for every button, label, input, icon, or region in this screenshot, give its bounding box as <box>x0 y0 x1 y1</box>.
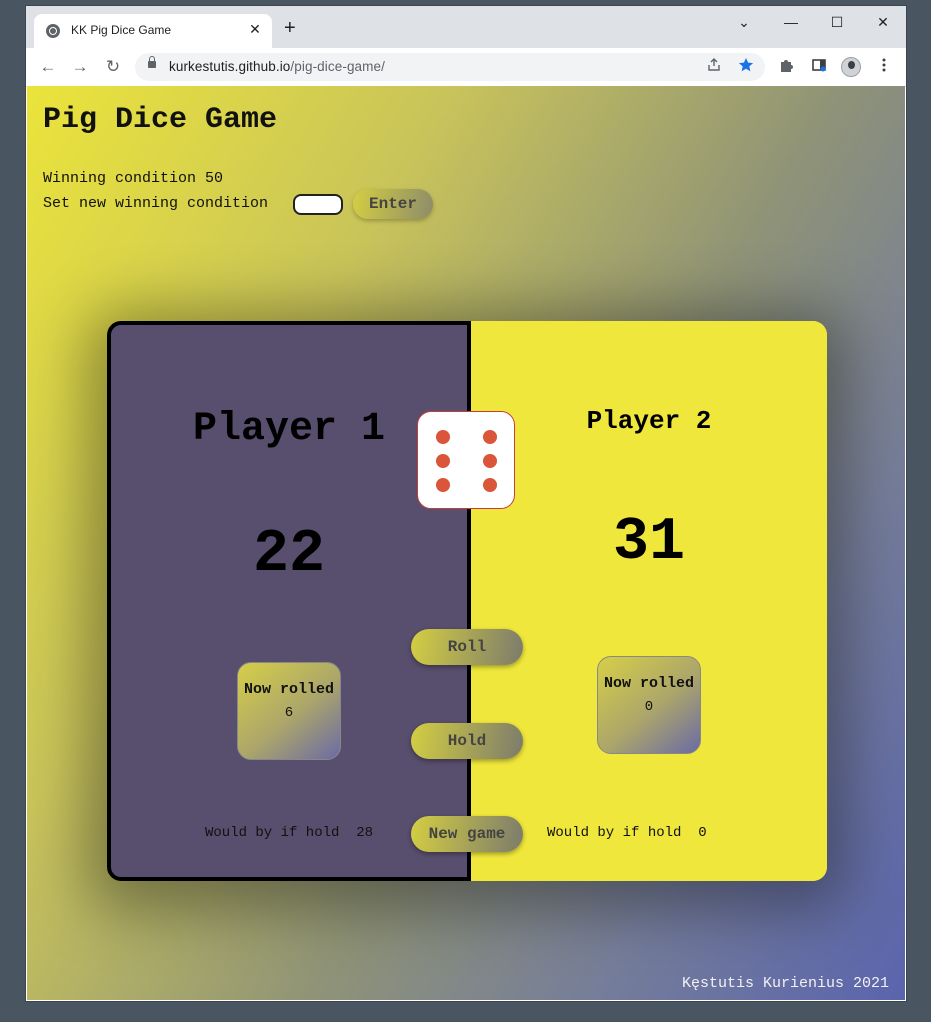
roll-button[interactable]: Roll <box>411 629 523 665</box>
player1-panel <box>107 321 471 881</box>
player1-score: 22 <box>252 521 325 589</box>
player1-now-rolled: Now rolled 6 <box>237 662 341 760</box>
dice-pip <box>436 454 450 468</box>
dice-pip <box>436 478 450 492</box>
maximize-button[interactable]: ☐ <box>822 12 852 32</box>
player2-now-rolled-value: 0 <box>644 699 654 715</box>
player2-panel <box>471 321 827 881</box>
player2-now-rolled: Now rolled 0 <box>597 656 701 754</box>
tab-search-button[interactable]: ⌄ <box>729 12 759 32</box>
set-winning-condition-label: Set new winning condition <box>43 195 269 212</box>
back-button[interactable]: ← <box>37 56 59 78</box>
menu-icon[interactable] <box>874 57 894 77</box>
hold-button[interactable]: Hold <box>411 723 523 759</box>
reload-button[interactable]: ↻ <box>102 56 124 78</box>
player2-would-hold: Would by if hold 0 <box>547 825 707 841</box>
globe-icon <box>46 24 60 38</box>
player1-now-rolled-value: 6 <box>284 705 294 721</box>
new-tab-button[interactable]: + <box>284 18 296 38</box>
star-icon[interactable] <box>736 57 756 77</box>
tab-strip: KK Pig Dice Game ✕ + ⌄ — ☐ ✕ <box>26 6 906 48</box>
page-title: Pig Dice Game <box>43 103 278 137</box>
dice-pip <box>483 478 497 492</box>
dice-icon <box>417 411 515 509</box>
dice-pip <box>436 430 450 444</box>
url-path: /pig-dice-game/ <box>290 59 385 74</box>
sidepanel-icon[interactable] <box>809 57 829 77</box>
minimize-button[interactable]: — <box>776 12 806 32</box>
enter-button[interactable]: Enter <box>353 189 433 219</box>
tab-title: KK Pig Dice Game <box>71 23 172 37</box>
footer-credit: Kęstutis Kurienius 2021 <box>681 975 889 992</box>
puzzle-icon[interactable] <box>777 57 797 77</box>
browser-tab[interactable]: KK Pig Dice Game ✕ <box>34 14 272 48</box>
close-window-button[interactable]: ✕ <box>868 12 898 32</box>
share-icon[interactable] <box>704 57 724 77</box>
player2-now-rolled-label: Now rolled <box>603 675 694 692</box>
forward-button[interactable]: → <box>69 56 91 78</box>
url-text[interactable]: kurkestutis.github.io/pig-dice-game/ <box>169 59 385 74</box>
dice-pip <box>483 430 497 444</box>
browser-toolbar: ← → ↻ kurkestutis.github.io/pig-dice-gam… <box>26 48 906 87</box>
player2-name: Player 2 <box>586 406 712 436</box>
url-host: kurkestutis.github.io <box>169 59 291 74</box>
page-content: Pig Dice Game Winning condition 50 Set n… <box>27 86 905 1000</box>
lock-icon[interactable] <box>148 56 156 68</box>
avatar[interactable] <box>841 57 861 77</box>
browser-window: KK Pig Dice Game ✕ + ⌄ — ☐ ✕ ← → ↻ kurke… <box>26 6 906 1001</box>
player2-score: 31 <box>612 509 685 577</box>
tab-close-button[interactable]: ✕ <box>246 20 264 38</box>
player1-would-hold: Would by if hold 28 <box>204 825 374 841</box>
winning-condition-text: Winning condition 50 <box>43 170 224 187</box>
winning-condition-input[interactable] <box>293 194 343 215</box>
dice-pip <box>483 454 497 468</box>
game-board: Player 1 Player 2 22 31 Now rolled 6 Now… <box>107 321 827 881</box>
player1-now-rolled-label: Now rolled <box>243 681 334 698</box>
address-bar[interactable]: kurkestutis.github.io/pig-dice-game/ <box>135 53 765 81</box>
